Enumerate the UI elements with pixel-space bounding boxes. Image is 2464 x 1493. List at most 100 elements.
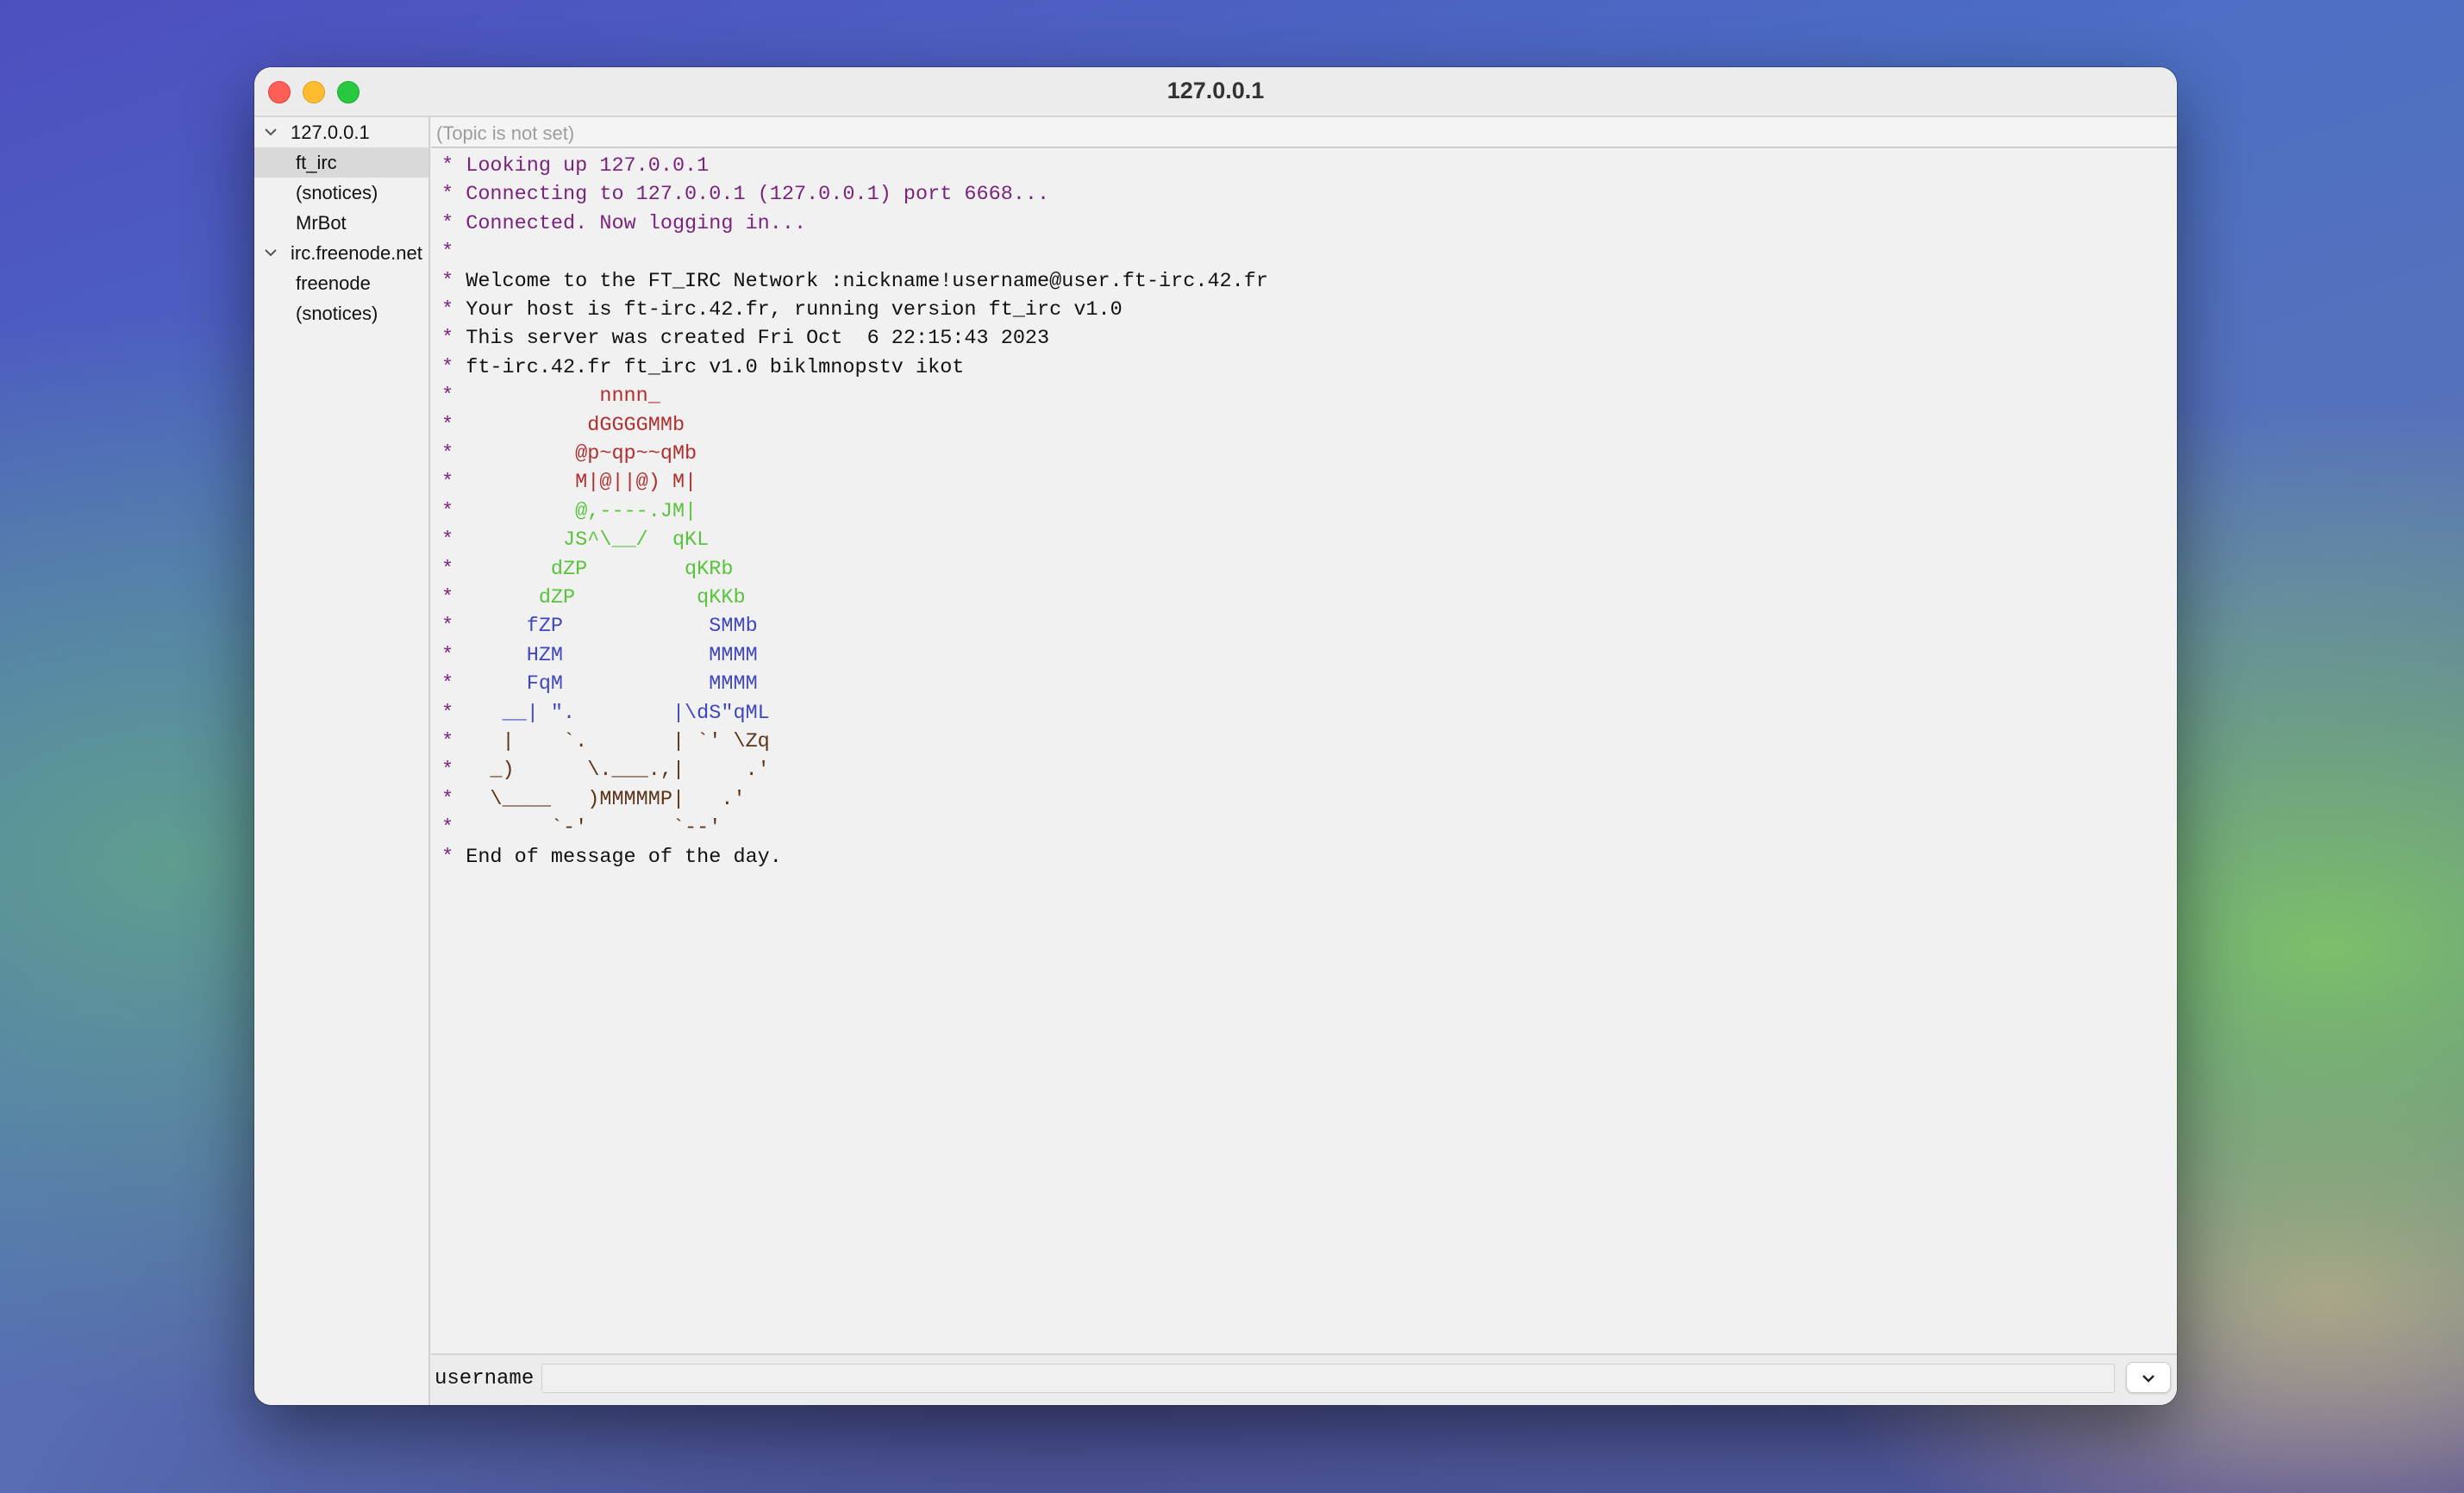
log-line: * nnnn_ bbox=[441, 382, 660, 410]
log-line-marker: * bbox=[441, 327, 466, 351]
chat-log[interactable]: * Looking up 127.0.0.1 * Connecting to 12… bbox=[431, 148, 2177, 1405]
tree-server-freenode[interactable]: irc.freenode.net bbox=[254, 238, 428, 268]
log-line: * Welcome to the FT_IRC Network :nicknam… bbox=[441, 267, 1268, 296]
dropdown-button[interactable] bbox=[2126, 1362, 2171, 1393]
log-line-text: ft-irc.42.fr ft_irc v1.0 biklmnopstv iko… bbox=[466, 355, 965, 379]
log-line-text: dZP qKKb bbox=[466, 586, 746, 609]
log-line-text: Connected. Now logging in... bbox=[466, 211, 807, 235]
tree-channel-freenode[interactable]: freenode bbox=[254, 268, 428, 298]
log-line-text: End of message of the day. bbox=[466, 845, 782, 869]
log-line: * @p~qp~~qMb bbox=[441, 440, 697, 468]
log-line-marker: * bbox=[441, 211, 466, 235]
log-line-marker: * bbox=[441, 615, 466, 639]
log-line-marker: * bbox=[441, 355, 466, 379]
log-line-marker: * bbox=[441, 845, 466, 869]
log-line: * \____ )MMMMMP| .' bbox=[441, 785, 746, 814]
message-input[interactable] bbox=[541, 1364, 2115, 1393]
log-line-text: __| ". |\dS"qML bbox=[466, 701, 770, 725]
log-line-marker: * bbox=[441, 528, 466, 553]
nickname-button[interactable]: username bbox=[435, 1367, 534, 1390]
log-line-text: Looking up 127.0.0.1 bbox=[466, 154, 710, 178]
log-line: * fZP SMMb bbox=[441, 612, 758, 640]
input-bar: username bbox=[431, 1353, 2177, 1405]
log-line-text: | `. | `' \Zq bbox=[466, 730, 770, 753]
log-line-marker: * bbox=[441, 413, 466, 437]
log-line-text: dGGGGMMb bbox=[466, 413, 685, 437]
tree-item-label: irc.freenode.net bbox=[291, 242, 422, 264]
log-line-text: Connecting to 127.0.0.1 (127.0.0.1) port… bbox=[466, 183, 1050, 207]
tree-item-label: MrBot bbox=[296, 212, 347, 234]
log-line: * This server was created Fri Oct 6 22:1… bbox=[441, 324, 1049, 353]
log-line-marker: * bbox=[441, 269, 466, 293]
server-channel-tree: 127.0.0.1 ft_irc (snotices) MrBot irc.fr… bbox=[254, 117, 430, 1405]
log-line-marker: * bbox=[441, 471, 466, 495]
tree-item-label: 127.0.0.1 bbox=[291, 122, 370, 143]
log-line: * dZP qKKb bbox=[441, 584, 746, 612]
log-line-marker: * bbox=[441, 557, 466, 581]
title-bar: 127.0.0.1 bbox=[254, 67, 2177, 117]
log-line-text: @p~qp~~qMb bbox=[466, 442, 697, 465]
tree-server-localhost[interactable]: 127.0.0.1 bbox=[254, 117, 428, 147]
log-line-text: HZM MMMM bbox=[466, 643, 758, 667]
chevron-down-icon[interactable] bbox=[263, 245, 278, 260]
log-line: * End of message of the day. bbox=[441, 843, 782, 871]
log-line: * HZM MMMM bbox=[441, 641, 758, 670]
log-line: * `-' `--' bbox=[441, 814, 721, 842]
log-line-text: `-' `--' bbox=[466, 816, 722, 840]
log-line-marker: * bbox=[441, 787, 466, 811]
log-line-marker: * bbox=[441, 241, 466, 265]
log-line-text: \____ )MMMMMP| .' bbox=[466, 787, 746, 811]
chevron-down-icon bbox=[2142, 1375, 2154, 1383]
tree-channel-snotices-freenode[interactable]: (snotices) bbox=[254, 298, 428, 328]
log-line-text: dZP qKRb bbox=[466, 557, 734, 581]
log-line: * __| ". |\dS"qML bbox=[441, 699, 770, 728]
app-window: 127.0.0.1 127.0.0.1 ft_irc (snotices) Mr… bbox=[254, 67, 2177, 1405]
window-title: 127.0.0.1 bbox=[1166, 78, 1265, 103]
log-line-text: _) \.___.,| .' bbox=[466, 759, 770, 783]
tree-item-label: freenode bbox=[296, 272, 371, 294]
log-line: * bbox=[441, 238, 466, 266]
log-line-text: nnnn_ bbox=[466, 384, 660, 409]
log-line-text: M|@||@) M| bbox=[466, 471, 697, 495]
log-line-marker: * bbox=[441, 442, 466, 465]
log-line-text: This server was created Fri Oct 6 22:15:… bbox=[466, 327, 1050, 351]
log-line: * Your host is ft-irc.42.fr, running ver… bbox=[441, 296, 1123, 324]
tree-item-label: (snotices) bbox=[296, 303, 378, 324]
log-line: * JS^\__/ qKL bbox=[441, 526, 709, 554]
log-line-marker: * bbox=[441, 701, 466, 725]
log-line-text: @,----.JM| bbox=[466, 499, 697, 523]
tree-channel-ft-irc[interactable]: ft_irc bbox=[254, 147, 428, 178]
log-line: * M|@||@) M| bbox=[441, 468, 697, 497]
log-line: * Connecting to 127.0.0.1 (127.0.0.1) po… bbox=[441, 180, 1049, 209]
log-line: * FqM MMMM bbox=[441, 670, 758, 698]
log-line-marker: * bbox=[441, 298, 466, 322]
log-line-marker: * bbox=[441, 183, 466, 207]
topic-text: (Topic is not set) bbox=[436, 122, 575, 144]
log-line-marker: * bbox=[441, 643, 466, 667]
log-line-marker: * bbox=[441, 384, 466, 409]
log-line-marker: * bbox=[441, 730, 466, 753]
log-line-text: Your host is ft-irc.42.fr, running versi… bbox=[466, 298, 1123, 322]
chevron-down-icon[interactable] bbox=[263, 124, 278, 140]
tree-channel-snotices[interactable]: (snotices) bbox=[254, 178, 428, 208]
log-line-text: fZP SMMb bbox=[466, 615, 758, 639]
log-line-marker: * bbox=[441, 154, 466, 178]
log-line-marker: * bbox=[441, 499, 466, 523]
tree-item-label: (snotices) bbox=[296, 182, 378, 203]
log-line: * ft-irc.42.fr ft_irc v1.0 biklmnopstv i… bbox=[441, 353, 964, 382]
log-line-marker: * bbox=[441, 672, 466, 697]
log-line: * | `. | `' \Zq bbox=[441, 728, 770, 756]
log-line: * Connected. Now logging in... bbox=[441, 209, 806, 238]
tree-channel-mrbot[interactable]: MrBot bbox=[254, 208, 428, 238]
log-line-marker: * bbox=[441, 816, 466, 840]
log-line: * @,----.JM| bbox=[441, 497, 697, 526]
log-line-marker: * bbox=[441, 586, 466, 609]
log-line-text: Welcome to the FT_IRC Network :nickname!… bbox=[466, 269, 1268, 293]
log-line-text: FqM MMMM bbox=[466, 672, 758, 697]
topic-bar[interactable]: (Topic is not set) bbox=[431, 117, 2177, 148]
log-line: * _) \.___.,| .' bbox=[441, 756, 770, 784]
log-line: * dGGGGMMb bbox=[441, 411, 685, 440]
log-line: * Looking up 127.0.0.1 bbox=[441, 152, 709, 180]
log-line-text: JS^\__/ qKL bbox=[466, 528, 710, 553]
log-line-marker: * bbox=[441, 759, 466, 783]
